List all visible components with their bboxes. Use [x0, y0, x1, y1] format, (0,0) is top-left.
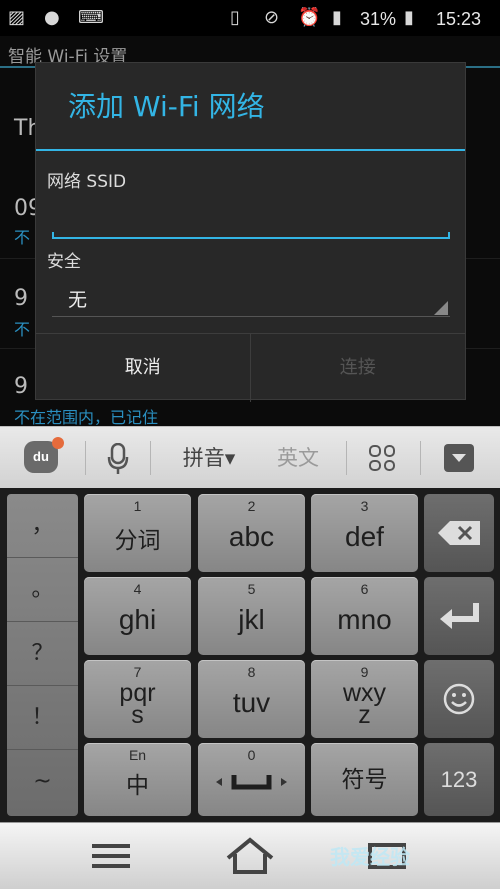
key-label: abc: [228, 521, 275, 552]
battery-icon: ▮: [404, 7, 414, 28]
key-number: 1: [133, 498, 142, 514]
dialog-title-divider: [36, 149, 465, 151]
menu-icon[interactable]: [82, 833, 142, 879]
key-number: 5: [247, 581, 256, 597]
dropdown-corner-icon: [434, 301, 448, 315]
toolbar-divider: [346, 441, 347, 475]
network-row-status: 不: [14, 320, 31, 339]
key-7[interactable]: 7 pqr s: [84, 660, 191, 738]
key-label: mno: [337, 604, 392, 635]
punctuation-key[interactable]: ！: [7, 686, 78, 750]
security-select[interactable]: 无: [52, 281, 450, 317]
security-underline: [52, 316, 450, 317]
key-3[interactable]: 3 def: [311, 494, 418, 572]
key-number: En: [128, 747, 147, 763]
network-row-status: 不: [14, 228, 31, 247]
key-number: 2: [247, 498, 256, 514]
key-number: 3: [360, 498, 369, 514]
punctuation-column: ， 。 ？ ！ ~: [7, 494, 78, 816]
toolbar-divider: [150, 441, 151, 475]
dialog-title: 添加 Wi-Fi 网络: [68, 90, 265, 123]
punctuation-key[interactable]: 。: [7, 558, 78, 622]
punctuation-key[interactable]: ？: [7, 622, 78, 686]
signal-icon: ▮: [332, 7, 342, 28]
ssid-input[interactable]: [52, 201, 450, 241]
key-label: 分词: [114, 528, 161, 554]
ssid-underline: [52, 232, 450, 239]
notification-dot-icon: [52, 437, 64, 449]
gallery-icon: ▨: [8, 7, 26, 28]
network-row-status: 不在范围内，已记住: [14, 408, 159, 427]
key-2[interactable]: 2 abc: [198, 494, 305, 572]
watermark: 我爱经验: [330, 845, 410, 869]
smiley-icon: [443, 683, 475, 715]
home-icon[interactable]: [220, 833, 280, 879]
key-number: 8: [247, 664, 256, 680]
download-icon: ●: [44, 7, 60, 28]
key-number: 6: [360, 581, 369, 597]
punctuation-key[interactable]: ~: [7, 750, 78, 814]
connect-button[interactable]: 连接: [251, 334, 466, 402]
chinese-english-switch-key[interactable]: En 中: [84, 743, 191, 816]
key-label: 符号: [341, 767, 388, 793]
symbol-key[interactable]: 符号: [311, 743, 418, 816]
key-number: 7: [133, 664, 142, 680]
english-mode-button[interactable]: 英文: [266, 427, 330, 489]
security-label: 安全: [47, 252, 81, 272]
keyboard: ， 。 ？ ！ ~ 1 分词 2 abc 3 def 4 ghi 5 jkl 6…: [0, 488, 500, 822]
backspace-icon: [438, 521, 480, 545]
key-label: def: [345, 521, 384, 552]
backspace-key[interactable]: [424, 494, 494, 572]
keyboard-icon: ⌨: [78, 7, 104, 28]
cancel-button[interactable]: 取消: [36, 334, 251, 402]
keyboard-toolbar: du 拼音▾ 英文: [0, 426, 500, 488]
key-label: wxy z: [342, 679, 387, 729]
pinyin-mode-button[interactable]: 拼音▾: [172, 427, 246, 489]
network-row-label[interactable]: 9: [14, 286, 28, 311]
navigation-bar: 我爱经验: [0, 822, 500, 889]
punctuation-key[interactable]: ，: [7, 494, 78, 558]
key-label: tuv: [232, 687, 271, 718]
dialog-button-row: 取消 连接: [36, 333, 466, 402]
hide-keyboard-icon[interactable]: [444, 444, 474, 472]
enter-icon: [440, 603, 479, 629]
security-value: 无: [68, 289, 88, 311]
add-wifi-dialog: 添加 Wi-Fi 网络 网络 SSID 安全 无 取消 连接: [35, 62, 466, 402]
key-number: 4: [133, 581, 142, 597]
ssid-label: 网络 SSID: [47, 172, 127, 192]
key-label: 123: [440, 767, 478, 792]
space-bar-icon: [216, 775, 287, 790]
key-label: ghi: [118, 604, 157, 635]
key-5[interactable]: 5 jkl: [198, 577, 305, 655]
clock: 15:23: [436, 9, 482, 29]
microphone-icon[interactable]: [107, 443, 129, 475]
key-8[interactable]: 8 tuv: [198, 660, 305, 738]
key-9[interactable]: 9 wxy z: [311, 660, 418, 738]
battery-percent: 31%: [360, 9, 397, 29]
key-label: jkl: [238, 604, 265, 635]
key-label: 中: [126, 773, 149, 799]
alarm-icon: ⏰: [298, 7, 321, 28]
apps-grid-icon[interactable]: [369, 445, 395, 471]
key-number: 0: [247, 747, 256, 763]
network-row-label[interactable]: 9: [14, 374, 28, 399]
emoji-key[interactable]: [424, 660, 494, 738]
toolbar-divider: [85, 441, 86, 475]
key-4[interactable]: 4 ghi: [84, 577, 191, 655]
wifi-off-icon: ⊘: [264, 7, 280, 28]
key-number: 9: [360, 664, 369, 680]
space-key[interactable]: 0: [198, 743, 305, 816]
enter-key[interactable]: [424, 577, 494, 655]
key-label: pqr s: [119, 679, 156, 729]
numeric-key[interactable]: 123: [424, 743, 494, 816]
key-6[interactable]: 6 mno: [311, 577, 418, 655]
status-bar: ▨ ● ⌨ ▯ ⊘ ⏰ ▮ 31% ▮ 15:23: [0, 0, 500, 36]
toolbar-divider: [420, 441, 421, 475]
phone-sync-icon: ▯: [230, 7, 240, 28]
key-1[interactable]: 1 分词: [84, 494, 191, 572]
